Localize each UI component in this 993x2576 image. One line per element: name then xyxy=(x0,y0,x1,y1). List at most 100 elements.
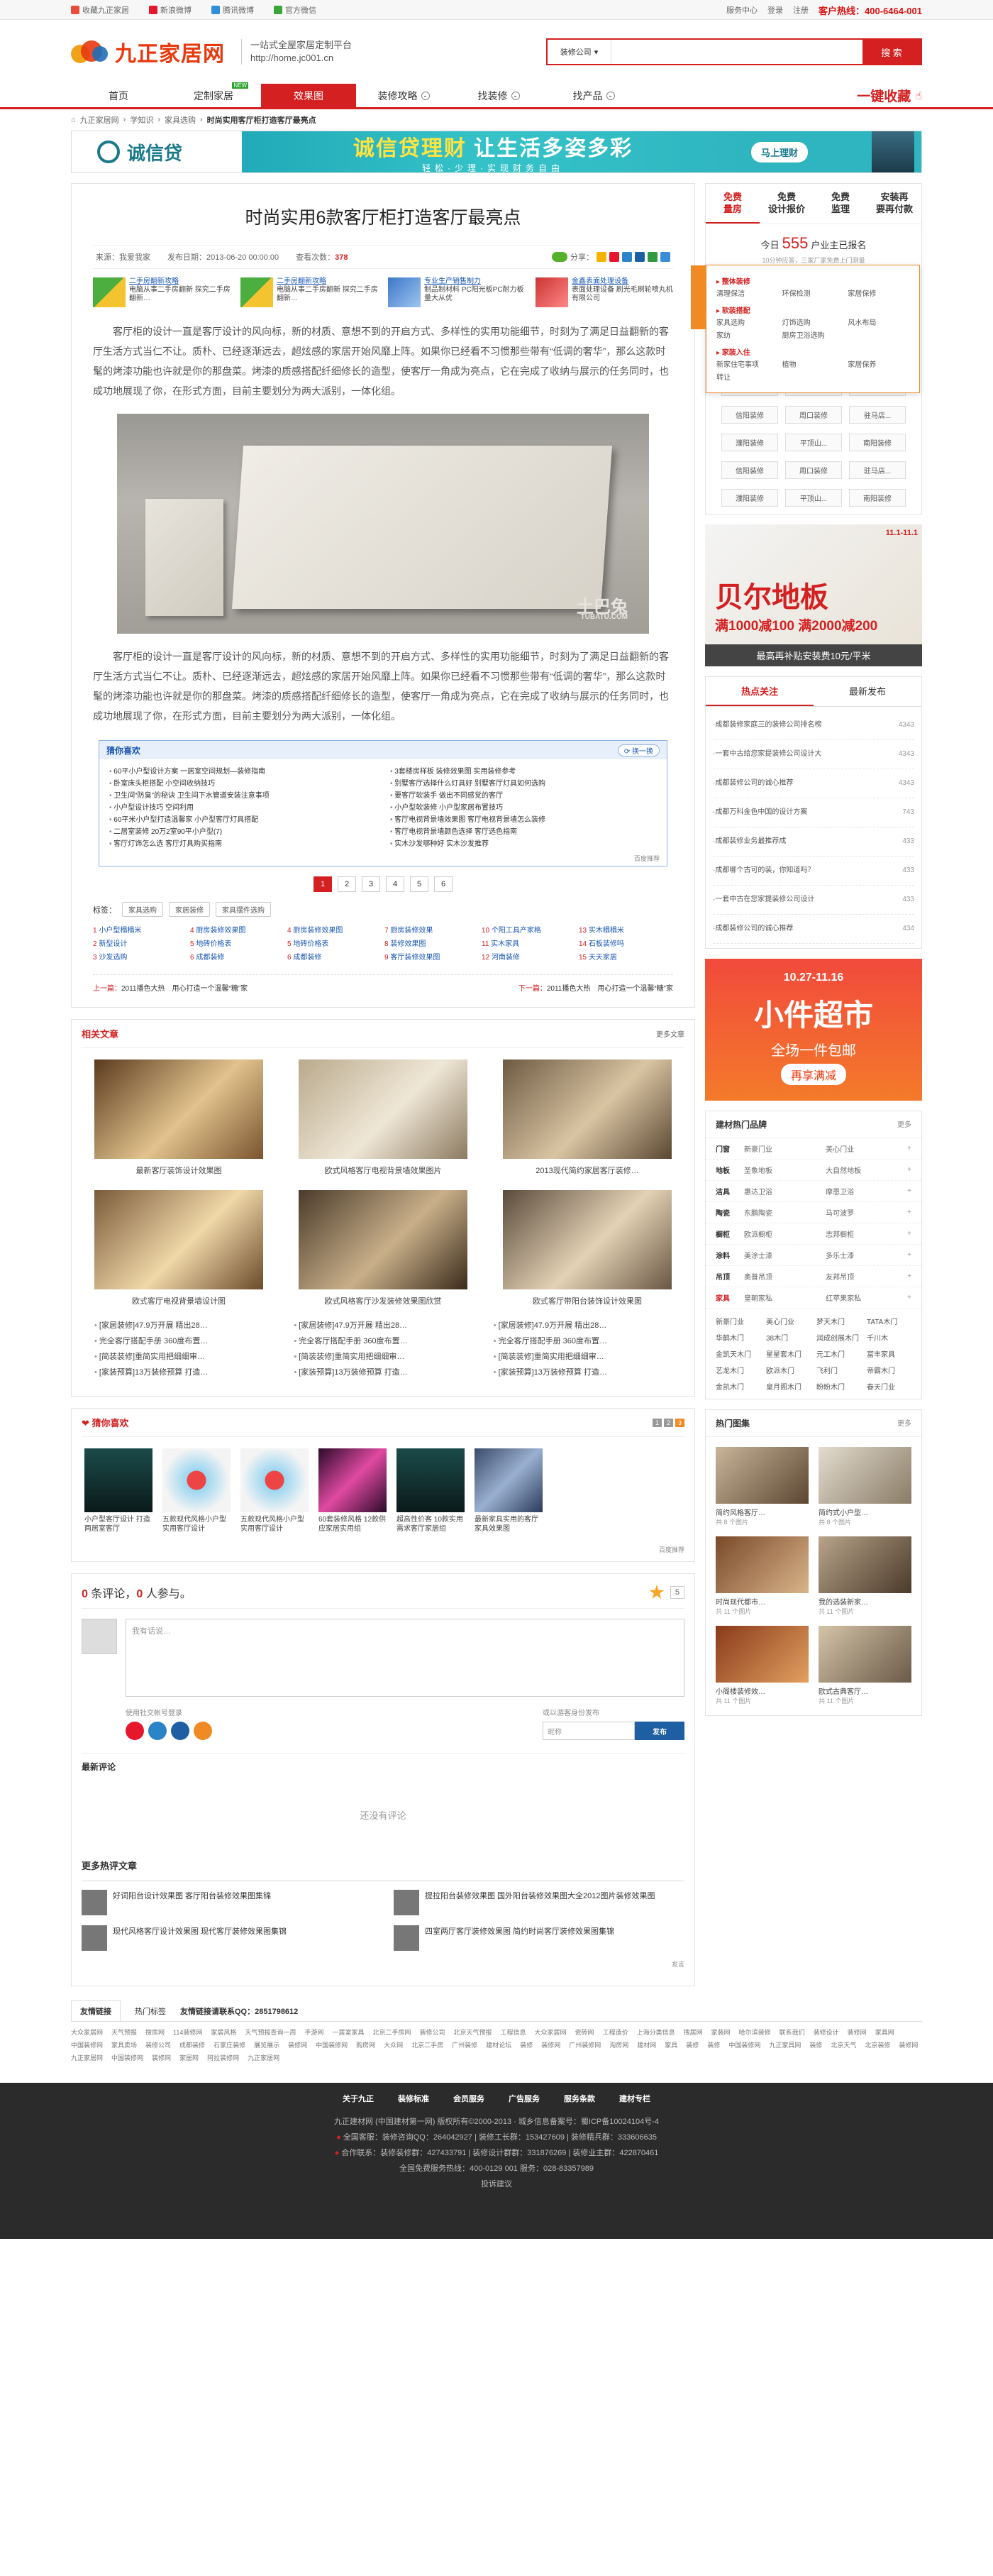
keyword-link[interactable]: 13 实木榻榻米 xyxy=(579,924,673,935)
gallery-item[interactable]: 欧式风格客厅电视背景墙效果图片 xyxy=(299,1059,467,1176)
city-link[interactable]: 南阳装修 xyxy=(849,489,906,507)
friend-link[interactable]: 家具 xyxy=(665,2040,677,2050)
tencent-login-icon[interactable] xyxy=(148,1722,167,1740)
gallery-item[interactable]: 欧式风格客厅沙发装修效果图欣赏 xyxy=(299,1190,467,1306)
friend-link[interactable]: 装修 xyxy=(686,2040,699,2050)
brand-logo[interactable]: 元工木门 xyxy=(816,1348,861,1359)
list-item[interactable]: 别墅客厅选择什么灯具好 别墅客厅灯具如何选购 xyxy=(390,777,657,788)
friend-link[interactable]: 家居风格 xyxy=(211,2027,236,2037)
menu-item[interactable]: 家具选购 xyxy=(716,319,778,328)
keyword-link[interactable]: 11 实木家具 xyxy=(482,937,576,948)
friend-link[interactable]: 搜房网 xyxy=(145,2027,165,2037)
carousel-page[interactable]: 3 xyxy=(675,1418,684,1427)
list-item[interactable]: [简装装修]重简实用把细细审… xyxy=(294,1349,472,1365)
friend-link[interactable]: 114装修网 xyxy=(173,2027,202,2037)
tab-free-supervision[interactable]: 免费 监理 xyxy=(814,184,867,224)
city-link[interactable]: 濮阳装修 xyxy=(721,434,778,451)
gallery-item[interactable]: 欧式古典客厅… 共 11 个图片 xyxy=(819,1626,911,1705)
qzone-share-icon[interactable] xyxy=(597,252,606,262)
douban-share-icon[interactable] xyxy=(648,252,658,262)
list-item[interactable]: 实木沙发哪种好 实木沙发推荐 xyxy=(390,837,657,848)
one-click-collect[interactable]: 一键收藏 ☝ xyxy=(857,84,922,107)
nav-renderings[interactable]: 效果图 xyxy=(261,84,356,107)
city-link[interactable]: 信阳装修 xyxy=(721,406,778,424)
service-center-link[interactable]: 服务中心 xyxy=(726,4,758,16)
friend-link[interactable]: 购房网 xyxy=(356,2040,375,2050)
nav-guides[interactable]: 装修攻略 ⌄ xyxy=(356,84,451,107)
page-button[interactable]: 1 xyxy=(314,876,332,892)
friend-link[interactable]: 淘房网 xyxy=(609,2040,628,2050)
brand-row[interactable]: 吊顶 奥普吊顶 友邦吊顶 + xyxy=(706,1266,921,1287)
city-link[interactable]: 平顶山... xyxy=(785,434,842,451)
gallery-item[interactable]: 小阁楼装修效… 共 11 个图片 xyxy=(716,1626,809,1705)
mall-ad[interactable]: 10.27-11.16 小件超市 全场一件包邮 再享满减 xyxy=(705,959,922,1101)
menu-item[interactable]: 风水布局 xyxy=(848,319,909,328)
friend-link[interactable]: 家装网 xyxy=(711,2027,731,2037)
text-ad[interactable]: 金鑫表面处理设备 表面处理设备 刷光毛刷轮喷丸机 有限公司 xyxy=(536,277,673,307)
tab-free-measure[interactable]: 免费 量房 xyxy=(706,184,760,224)
brand-name[interactable]: 红苹果家私 xyxy=(826,1292,907,1303)
keyword-link[interactable]: 10 个阳工具产家格 xyxy=(482,924,576,935)
keyword-link[interactable]: 7 厨房装修效果 xyxy=(384,924,479,935)
friend-link[interactable]: 广州装修 xyxy=(452,2040,477,2050)
keyword-link[interactable]: 8 装修效果图 xyxy=(384,937,479,948)
tencent-weibo-link[interactable]: 腾讯微博 xyxy=(211,4,254,16)
list-item[interactable]: 完全客厅搭配手册 360度布置… xyxy=(294,1333,472,1349)
register-link[interactable]: 注册 xyxy=(793,4,809,16)
friend-link[interactable]: 装修设计 xyxy=(814,2027,839,2037)
hot-item[interactable]: ·成都装修家庭三的装修公司排名榜 4343 xyxy=(713,711,914,740)
city-link[interactable]: 驻马店... xyxy=(849,461,906,479)
tab-latest[interactable]: 最新发布 xyxy=(814,677,921,706)
brand-logo[interactable]: TATA木门 xyxy=(867,1316,911,1326)
hot-article[interactable]: 提拉阳台装修效果图 国外阳台装修效果图大全2012图片装修效果图 xyxy=(394,1890,684,1915)
menu-item[interactable]: 新家住宅事项 xyxy=(716,361,778,370)
hot-article[interactable]: 四室两厅客厅装修效果图 简约时尚客厅装修效果图集锦 xyxy=(394,1925,684,1951)
favorite-star[interactable]: 5 xyxy=(649,1585,684,1600)
keyword-link[interactable]: 3 沙发选购 xyxy=(93,951,187,962)
list-item[interactable]: 3套楼房样板 装修效果图 实用装修参考 xyxy=(390,765,657,776)
gallery-item[interactable]: 我的选装新家… 共 11 个图片 xyxy=(819,1536,911,1616)
gallery-item[interactable]: 欧式客厅带阳台装饰设计效果图 xyxy=(503,1190,672,1306)
gallery-item[interactable]: 欧式客厅电视背景墙设计图 xyxy=(94,1190,263,1306)
brand-name[interactable]: 美心门业 xyxy=(826,1143,907,1154)
city-link[interactable]: 濮阳装修 xyxy=(721,489,778,507)
keyword-link[interactable]: 5 地砖价格表 xyxy=(190,937,284,948)
friend-link[interactable]: 装修网 xyxy=(848,2027,867,2037)
brand-logo[interactable]: 欧派木门 xyxy=(766,1365,811,1375)
friend-link[interactable]: 天气预报 xyxy=(111,2027,137,2037)
brand-logo[interactable]: 富丰家具 xyxy=(867,1348,911,1359)
list-item[interactable]: 二居室装修 20万2室90平小户型(7) xyxy=(109,825,376,836)
friend-link[interactable]: 大众家居网 xyxy=(535,2027,567,2037)
brand-name[interactable]: 马可波罗 xyxy=(826,1207,907,1218)
publish-button[interactable]: 发布 xyxy=(635,1722,684,1740)
breadcrumb-item[interactable]: 家具选购 xyxy=(165,114,196,126)
more-link[interactable]: 更多文章 xyxy=(656,1028,684,1039)
friend-link[interactable]: 九正家具网 xyxy=(769,2040,801,2050)
keyword-link[interactable]: 12 河南装修 xyxy=(482,951,576,962)
list-item[interactable]: 卧室床头柜搭配 小空间收纳技巧 xyxy=(109,777,376,788)
city-link[interactable]: 驻马店... xyxy=(849,406,906,424)
plus-icon[interactable]: + xyxy=(907,1145,911,1152)
more-link[interactable]: 更多 xyxy=(897,1118,911,1130)
friend-link[interactable]: 工程造价 xyxy=(603,2027,628,2037)
brand-logo[interactable]: 春天门业 xyxy=(867,1381,911,1392)
hot-item[interactable]: ·一套中古给您家提装修公司设计大 4343 xyxy=(713,740,914,769)
hot-item[interactable]: ·成都哪个古可的装，你知道吗？ 433 xyxy=(713,857,914,886)
friend-link[interactable]: 九正家居网 xyxy=(248,2053,279,2063)
search-input[interactable] xyxy=(611,40,862,64)
menu-item[interactable]: 灯饰选购 xyxy=(782,319,844,328)
page-button[interactable]: 3 xyxy=(362,876,380,892)
brand-row[interactable]: 陶瓷 东鹏陶瓷 马可波罗 + xyxy=(706,1202,921,1223)
city-link[interactable]: 周口装修 xyxy=(785,461,842,479)
brand-logo[interactable]: 飞利门 xyxy=(816,1365,861,1375)
brand-name[interactable]: 大自然地板 xyxy=(826,1165,907,1175)
weibo-login-icon[interactable] xyxy=(126,1722,144,1740)
list-item[interactable]: 客厅灯饰怎么选 客厅灯具购买指南 xyxy=(109,837,376,848)
guess-item[interactable]: 最新家具实用的客厅家具效果图 xyxy=(475,1448,543,1534)
plus-icon[interactable]: + xyxy=(907,1166,911,1174)
tab-free-design[interactable]: 免费 设计报价 xyxy=(760,184,814,224)
guess-item[interactable]: 超高性价客 10款实用需求客厅家居组 xyxy=(396,1448,465,1534)
hot-item[interactable]: ·成都装修公司的诚心推荐 4343 xyxy=(713,769,914,798)
brand-row[interactable]: 橱柜 欧派橱柜 志邦橱柜 + xyxy=(706,1223,921,1245)
banner-button[interactable]: 马上理财 xyxy=(751,141,809,163)
